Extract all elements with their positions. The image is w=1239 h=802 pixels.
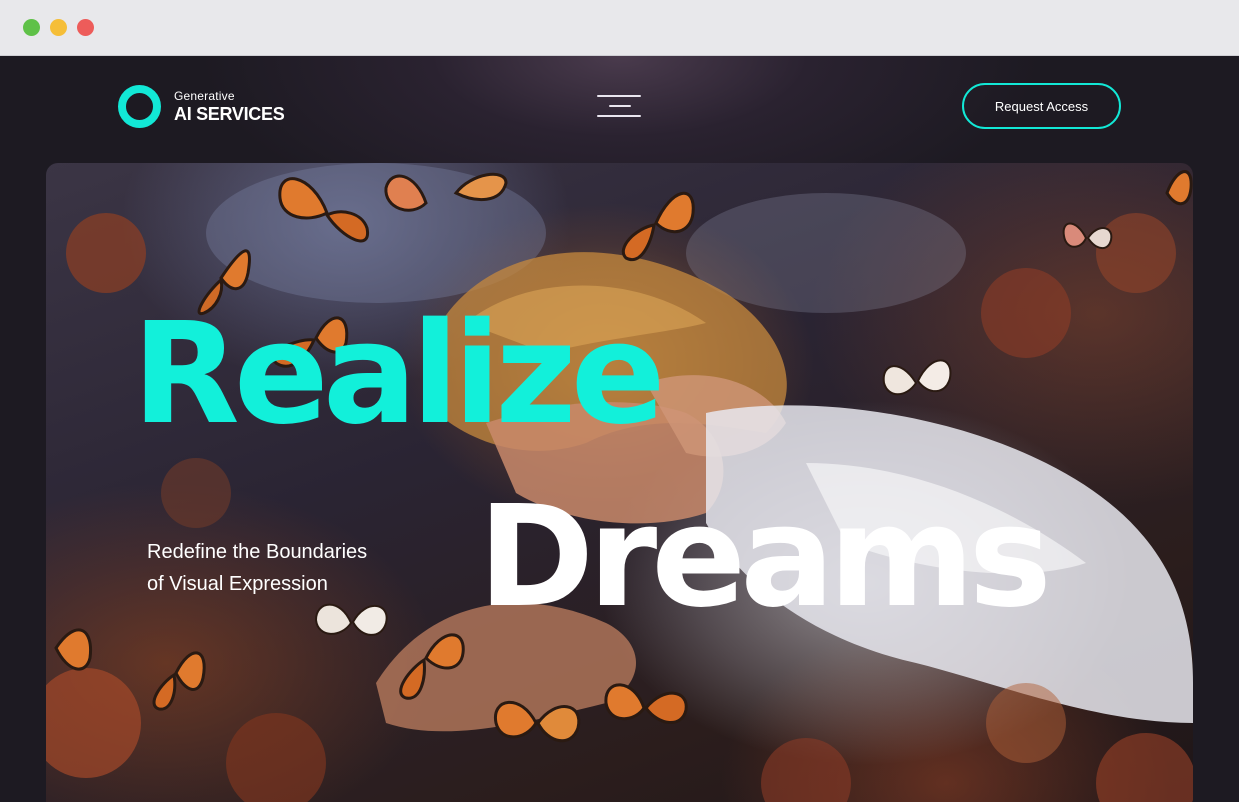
butterfly-icon [494,700,581,743]
hero-subtitle: Redefine the Boundaries of Visual Expres… [147,536,427,600]
logo-small-text: Generative [174,88,235,103]
butterfly-icon [384,172,508,212]
logo[interactable]: Generative AI SERVICES [118,84,285,128]
butterfly-icon [278,177,369,243]
logo-big-text: AI SERVICES [174,103,285,124]
hamburger-menu-icon[interactable] [597,94,641,120]
window-green-button[interactable] [23,19,40,36]
logo-text: Generative AI SERVICES [174,88,285,124]
window-yellow-button[interactable] [50,19,67,36]
hero-subtitle-line-1: Redefine the Boundaries [147,541,368,563]
request-access-button[interactable]: Request Access [962,83,1121,129]
menu-bar-top [597,95,641,97]
butterfly-icon [604,683,688,724]
butterfly-icon [882,359,952,396]
butterfly-icon [399,633,465,700]
butterfly-icon [152,651,206,711]
logo-ring-icon [118,84,161,128]
butterfly-icon [1165,170,1193,206]
hero-image: Realize Dreams Redefine the Boundaries o… [46,163,1193,802]
browser-window: Generative AI SERVICES Request Access Re… [0,0,1239,802]
menu-bar-bottom [597,115,641,117]
browser-chrome [0,0,1239,56]
butterfly-icon [1062,222,1113,249]
menu-bar-middle [609,105,631,107]
butterfly-icon [622,191,695,262]
headline-dreams: Dreams [478,476,1052,639]
hero-subtitle-line-2: of Visual Expression [147,573,328,595]
butterfly-icon [54,628,93,671]
headline-realize: Realize [132,293,666,456]
landing-page: Generative AI SERVICES Request Access Re… [0,56,1239,802]
window-red-button[interactable] [77,19,94,36]
